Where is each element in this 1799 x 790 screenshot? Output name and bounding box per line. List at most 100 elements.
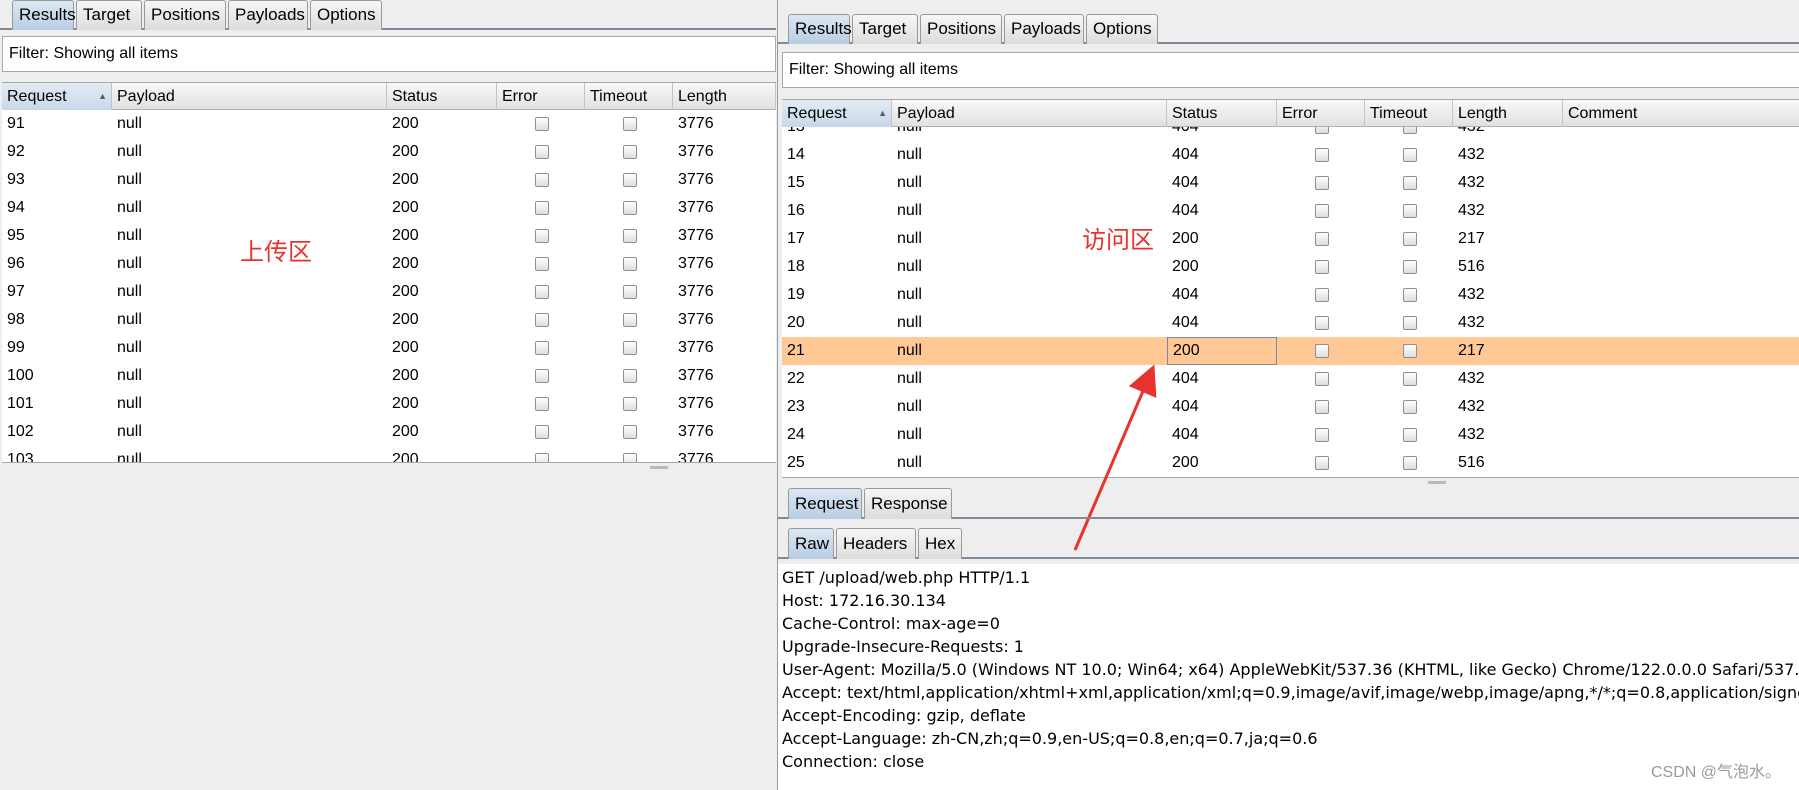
table-row[interactable]: 98 null 200 3776 <box>2 306 776 334</box>
error-checkbox[interactable] <box>535 425 549 439</box>
error-checkbox[interactable] <box>1315 204 1329 218</box>
table-row[interactable]: 95 null 200 3776 <box>2 222 776 250</box>
left-col-status[interactable]: Status <box>387 83 497 110</box>
right-tab-options[interactable]: Options <box>1086 14 1158 44</box>
table-row[interactable]: 22 null 404 432 <box>782 365 1799 393</box>
timeout-checkbox[interactable] <box>1403 288 1417 302</box>
right-tab-payloads[interactable]: Payloads <box>1004 14 1084 44</box>
error-checkbox[interactable] <box>1315 428 1329 442</box>
left-tab-options[interactable]: Options <box>310 0 382 30</box>
table-row[interactable]: 20 null 404 432 <box>782 309 1799 337</box>
timeout-checkbox[interactable] <box>1403 176 1417 190</box>
timeout-checkbox[interactable] <box>623 145 637 159</box>
table-row[interactable]: 19 null 404 432 <box>782 281 1799 309</box>
left-filter-bar[interactable]: Filter: Showing all items <box>2 36 776 72</box>
timeout-checkbox[interactable] <box>623 313 637 327</box>
right-col-timeout[interactable]: Timeout <box>1365 100 1453 127</box>
table-row[interactable]: 92 null 200 3776 <box>2 138 776 166</box>
error-checkbox[interactable] <box>1315 260 1329 274</box>
right-col-payload[interactable]: Payload <box>892 100 1167 127</box>
timeout-checkbox[interactable] <box>1403 232 1417 246</box>
error-checkbox[interactable] <box>1315 148 1329 162</box>
left-col-error[interactable]: Error <box>497 83 585 110</box>
table-row[interactable]: 23 null 404 432 <box>782 393 1799 421</box>
timeout-checkbox[interactable] <box>1403 372 1417 386</box>
table-row[interactable]: 24 null 404 432 <box>782 421 1799 449</box>
timeout-checkbox[interactable] <box>1403 456 1417 470</box>
error-checkbox[interactable] <box>535 145 549 159</box>
error-checkbox[interactable] <box>535 397 549 411</box>
table-row[interactable]: 17 null 200 217 <box>782 225 1799 253</box>
error-checkbox[interactable] <box>1315 176 1329 190</box>
right-tab-results[interactable]: Results <box>788 14 852 44</box>
error-checkbox[interactable] <box>535 369 549 383</box>
left-col-payload[interactable]: Payload <box>112 83 387 110</box>
table-row[interactable]: 18 null 200 516 <box>782 253 1799 281</box>
timeout-checkbox[interactable] <box>623 397 637 411</box>
timeout-checkbox[interactable] <box>1403 400 1417 414</box>
table-row[interactable]: 102 null 200 3776 <box>2 418 776 446</box>
right-col-comment[interactable]: Comment <box>1563 100 1799 127</box>
error-checkbox[interactable] <box>1315 372 1329 386</box>
tab-raw[interactable]: Raw <box>788 528 834 559</box>
error-checkbox[interactable] <box>535 285 549 299</box>
table-row[interactable]: 103 null 200 3776 <box>2 446 776 462</box>
error-checkbox[interactable] <box>535 117 549 131</box>
error-checkbox[interactable] <box>1315 288 1329 302</box>
timeout-checkbox[interactable] <box>623 285 637 299</box>
error-checkbox[interactable] <box>535 313 549 327</box>
timeout-checkbox[interactable] <box>1403 260 1417 274</box>
timeout-checkbox[interactable] <box>1403 316 1417 330</box>
timeout-checkbox[interactable] <box>623 341 637 355</box>
table-row[interactable]: 101 null 200 3776 <box>2 390 776 418</box>
error-checkbox[interactable] <box>1315 400 1329 414</box>
error-checkbox[interactable] <box>535 341 549 355</box>
left-col-length[interactable]: Length <box>673 83 776 110</box>
timeout-checkbox[interactable] <box>1403 204 1417 218</box>
right-col-error[interactable]: Error <box>1277 100 1365 127</box>
raw-request-editor[interactable]: GET /upload/web.php HTTP/1.1 Host: 172.1… <box>778 564 1799 790</box>
right-col-request[interactable]: Request ▲ <box>782 100 892 127</box>
timeout-checkbox[interactable] <box>623 369 637 383</box>
table-row[interactable]: 96 null 200 3776 <box>2 250 776 278</box>
tab-hex[interactable]: Hex <box>918 528 962 559</box>
left-tab-results[interactable]: Results <box>12 0 76 30</box>
error-checkbox[interactable] <box>1315 232 1329 246</box>
left-tab-target[interactable]: Target <box>76 0 142 30</box>
tab-headers[interactable]: Headers <box>836 528 916 559</box>
timeout-checkbox[interactable] <box>1403 148 1417 162</box>
table-row[interactable]: 14 null 404 432 <box>782 141 1799 169</box>
timeout-checkbox[interactable] <box>623 201 637 215</box>
error-checkbox[interactable] <box>535 229 549 243</box>
table-row[interactable]: 21 null 200 217 <box>782 337 1799 365</box>
error-checkbox[interactable] <box>535 173 549 187</box>
table-row[interactable]: 99 null 200 3776 <box>2 334 776 362</box>
timeout-checkbox[interactable] <box>623 453 637 462</box>
left-tab-positions[interactable]: Positions <box>144 0 226 30</box>
timeout-checkbox[interactable] <box>623 117 637 131</box>
right-col-length[interactable]: Length <box>1453 100 1563 127</box>
left-splitter-handle[interactable] <box>650 466 668 469</box>
error-checkbox[interactable] <box>1315 316 1329 330</box>
right-tab-target[interactable]: Target <box>852 14 918 44</box>
error-checkbox[interactable] <box>1315 344 1329 358</box>
table-row[interactable]: 16 null 404 432 <box>782 197 1799 225</box>
tab-request[interactable]: Request <box>788 488 862 519</box>
error-checkbox[interactable] <box>1315 456 1329 470</box>
table-row[interactable]: 91 null 200 3776 <box>2 110 776 138</box>
table-row[interactable]: 93 null 200 3776 <box>2 166 776 194</box>
left-tab-payloads[interactable]: Payloads <box>228 0 308 30</box>
timeout-checkbox[interactable] <box>1403 428 1417 442</box>
right-filter-bar[interactable]: Filter: Showing all items <box>782 52 1799 88</box>
table-row[interactable]: 15 null 404 432 <box>782 169 1799 197</box>
table-row[interactable]: 97 null 200 3776 <box>2 278 776 306</box>
error-checkbox[interactable] <box>535 201 549 215</box>
table-row[interactable]: 94 null 200 3776 <box>2 194 776 222</box>
timeout-checkbox[interactable] <box>623 425 637 439</box>
left-col-request[interactable]: Request ▲ <box>2 83 112 110</box>
timeout-checkbox[interactable] <box>623 257 637 271</box>
right-col-status[interactable]: Status <box>1167 100 1277 127</box>
table-row[interactable]: 25 null 200 516 <box>782 449 1799 477</box>
table-row[interactable]: 100 null 200 3776 <box>2 362 776 390</box>
left-col-timeout[interactable]: Timeout <box>585 83 673 110</box>
